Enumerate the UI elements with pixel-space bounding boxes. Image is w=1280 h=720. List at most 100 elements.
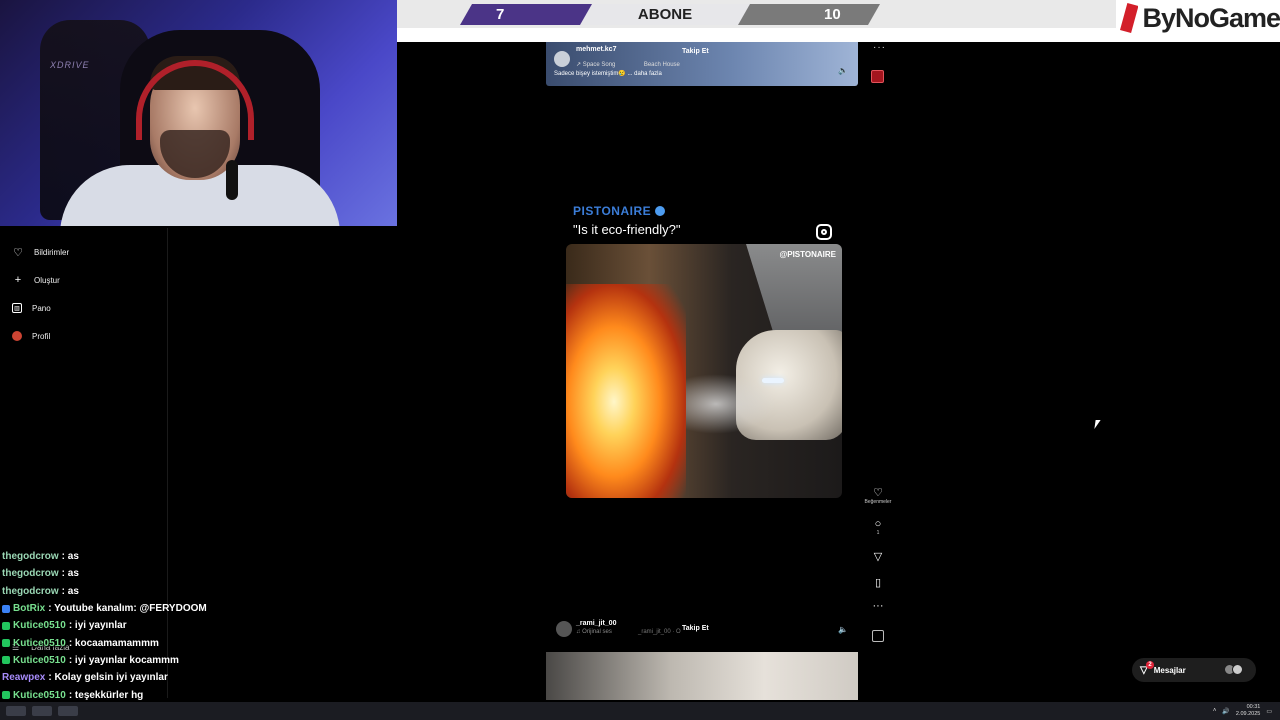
like-label: Beğenmeler: [864, 499, 892, 505]
chat-username[interactable]: thegodcrow: [2, 568, 59, 579]
chat-badge-icon: [2, 604, 10, 613]
reel-bottom-sub: _rami_jit_00 · O: [638, 629, 681, 635]
score-bar: 7 ABONE 10: [460, 4, 880, 25]
notification-icon[interactable]: ▭: [1266, 708, 1272, 715]
post-brand: PISTONAIRE: [573, 204, 666, 218]
chat-text: : as: [61, 585, 79, 597]
screen: XDRIVE 7 ABONE 10 ByNoGame ♡ Bildirimler…: [0, 0, 1280, 720]
chat-username[interactable]: Kutice0510: [13, 620, 66, 631]
chat-overlay: thegodcrow: as thegodcrow: as thegodcrow: …: [2, 548, 402, 720]
chat-badge-icon: [2, 691, 10, 700]
score-title: ABONE: [637, 6, 693, 23]
chat-username[interactable]: thegodcrow: [2, 551, 59, 562]
avatar-icon: [12, 331, 22, 341]
sidebar-item-label: Bildirimler: [34, 247, 70, 257]
avatar[interactable]: [554, 50, 570, 67]
taskbar-app[interactable]: [58, 706, 78, 716]
chat-message: Kutice0510: iyi yayınlar kocammm: [2, 652, 402, 669]
chat-message: Kutice0510: iyi yayınlar: [2, 617, 402, 634]
reel-top-username[interactable]: mehmet.kc7: [576, 46, 680, 53]
external-link-icon[interactable]: [872, 630, 884, 642]
score-right: 10: [824, 6, 841, 23]
sidebar-item-dashboard[interactable]: ▥ Pano: [0, 294, 168, 322]
reel-top-user: mehmet.kc7 ↗ Space Song Beach House: [554, 46, 680, 71]
chat-message: thegodcrow: as: [2, 565, 402, 582]
taskbar: ˄ 🔊 00:31 2.09.2025 ▭: [0, 702, 1280, 720]
sidebar-item-create[interactable]: + Oluştur: [0, 266, 168, 294]
like-button[interactable]: ♡ Beğenmeler: [862, 486, 894, 505]
chat-badge-icon: [2, 639, 10, 648]
reel-bottom-media[interactable]: [546, 652, 858, 700]
sidebar-item-label: Profil: [32, 331, 51, 341]
follow-button[interactable]: Takip Et: [682, 625, 709, 632]
system-tray: ˄ 🔊 00:31 2.09.2025 ▭: [1213, 704, 1272, 718]
sidebar-nav: ♡ Bildirimler + Oluştur ▥ Pano Profil: [0, 238, 168, 350]
logo-mark-icon: [1120, 3, 1139, 33]
post-card[interactable]: PISTONAIRE "Is it eco-friendly?" @PISTON…: [563, 196, 845, 506]
avatar[interactable]: [556, 621, 572, 637]
chat-message: thegodcrow: as: [2, 548, 402, 565]
chat-text: : iyi yayınlar kocammm: [68, 654, 179, 666]
messages-label: Mesajlar: [1153, 665, 1186, 675]
verified-icon: [655, 206, 666, 216]
reel-top-artist: Beach House: [643, 62, 680, 68]
chat-username[interactable]: thegodcrow: [2, 586, 59, 597]
chat-message: Reawpex: Kolay gelsin iyi yayınlar: [2, 669, 402, 686]
clock-date: 2.09.2025: [1235, 711, 1261, 717]
chat-text: : iyi yayınlar: [68, 620, 127, 632]
chat-message: thegodcrow: as: [2, 583, 402, 600]
speaker-icon[interactable]: 🔈: [838, 66, 848, 75]
comment-icon: ○: [874, 518, 882, 530]
chat-text: : kocaamamammm: [68, 637, 159, 649]
clock-time: 00:31: [1246, 704, 1261, 710]
sidebar-item-notifications[interactable]: ♡ Bildirimler: [0, 238, 168, 266]
bookmark-icon: ▯: [874, 577, 882, 589]
chat-text: : as: [61, 551, 79, 563]
logo-text: ByNoGame: [1142, 2, 1280, 33]
chat-text: : as: [61, 568, 79, 580]
chat-username[interactable]: Kutice0510: [13, 638, 66, 649]
post-video[interactable]: @PISTONAIRE: [566, 244, 842, 498]
messages-badge: 2: [1146, 661, 1154, 669]
mouse-cursor-icon: [1094, 420, 1106, 429]
chat-username[interactable]: Kutice0510: [13, 690, 66, 701]
sidebar-item-profile[interactable]: Profil: [0, 322, 168, 350]
flame-image: [566, 284, 686, 498]
more-options-icon: ···: [872, 600, 884, 612]
heart-icon: ♡: [13, 246, 23, 259]
follow-button[interactable]: Takip Et: [682, 48, 709, 55]
reel-bottom-audio: ♫ Orijinal ses: [576, 629, 612, 635]
sidebar-item-label: Oluştur: [34, 275, 60, 285]
reel-top-caption: Sadece bişey istemiştim😢 ... daha fazla: [554, 71, 662, 77]
reel-bottom-header: _rami_jit_00 ♫ Orijinal ses _rami_jit_00…: [552, 618, 852, 640]
taskbar-app[interactable]: [32, 706, 52, 716]
messages-button[interactable]: ▽ 2 Mesajlar: [1132, 658, 1256, 682]
volume-icon[interactable]: 🔊: [1222, 708, 1229, 715]
save-button[interactable]: ▯: [862, 576, 894, 589]
dashboard-icon: ▥: [12, 303, 22, 313]
chat-username[interactable]: Reawpex: [2, 672, 45, 683]
comment-button[interactable]: ○ 1: [862, 518, 894, 536]
avatar: [1232, 664, 1243, 675]
chat-text: : teşekkürler hg: [68, 689, 144, 701]
chevron-up-icon[interactable]: ˄: [1213, 708, 1217, 714]
record-indicator: [871, 70, 884, 83]
sidebar-item-label: Pano: [32, 303, 51, 313]
chat-username[interactable]: BotRix: [13, 603, 45, 614]
chat-username[interactable]: Kutice0510: [13, 655, 66, 666]
reel-bottom-username[interactable]: _rami_jit_00: [576, 620, 616, 627]
speaker-icon[interactable]: 🔈: [838, 625, 848, 634]
taskbar-app[interactable]: [6, 706, 26, 716]
score-left: 7: [496, 6, 505, 23]
chat-badge-icon: [2, 656, 10, 665]
reel-top-song: ↗ Space Song: [576, 62, 616, 68]
more-options-button[interactable]: ···: [862, 600, 894, 612]
post-brand-name: PISTONAIRE: [573, 204, 652, 218]
chat-message: BotRix: Youtube kanalım: @FERYDOOM: [2, 600, 402, 617]
message-avatars: [1224, 664, 1244, 676]
plus-icon: +: [14, 274, 22, 286]
more-options-icon[interactable]: ···: [873, 42, 886, 53]
chat-text: : Youtube kanalım: @FERYDOOM: [48, 603, 207, 615]
share-button[interactable]: ▽: [862, 550, 894, 563]
clock[interactable]: 00:31 2.09.2025: [1236, 704, 1260, 718]
